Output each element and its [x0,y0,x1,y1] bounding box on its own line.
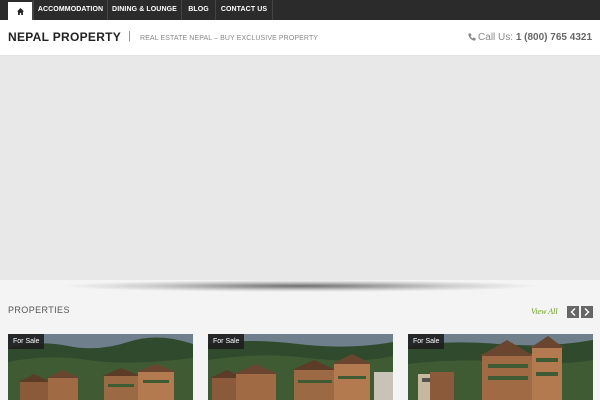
home-icon [16,8,24,15]
phone-icon [468,33,476,41]
top-navigation: ACCOMMODATION DINING & LOUNGE BLOG CONTA… [0,0,600,20]
property-card[interactable]: For Sale [8,334,193,400]
chevron-left-icon [570,308,576,316]
property-card[interactable]: For Sale [408,334,593,400]
for-sale-badge: For Sale [208,334,245,349]
properties-title: PROPERTIES [8,305,70,315]
for-sale-badge: For Sale [8,334,45,349]
nav-home[interactable] [8,0,33,20]
title-separator: | [128,30,131,42]
site-tagline: REAL ESTATE NEPAL – BUY EXCLUSIVE PROPER… [140,35,319,42]
chevron-right-icon [584,308,590,316]
view-all-link[interactable]: View All [531,307,558,316]
phone-contact: Call Us: 1 (800) 765 4321 [468,32,592,43]
site-title[interactable]: NEPAL PROPERTY [8,30,121,44]
slider-shadow [60,280,540,292]
nav-contact-us[interactable]: CONTACT US [216,0,273,20]
site-header: NEPAL PROPERTY | REAL ESTATE NEPAL – BUY… [0,20,600,56]
for-sale-badge: For Sale [408,334,445,349]
phone-number[interactable]: 1 (800) 765 4321 [516,32,592,43]
phone-label: Call Us: [478,32,514,43]
carousel-next-button[interactable] [581,306,593,318]
carousel-prev-button[interactable] [567,306,579,318]
property-card[interactable]: For Sale [208,334,393,400]
nav-accommodation[interactable]: ACCOMMODATION [33,0,108,20]
nav-dining-lounge[interactable]: DINING & LOUNGE [108,0,182,20]
hero-slider[interactable] [0,56,600,280]
nav-blog[interactable]: BLOG [182,0,216,20]
